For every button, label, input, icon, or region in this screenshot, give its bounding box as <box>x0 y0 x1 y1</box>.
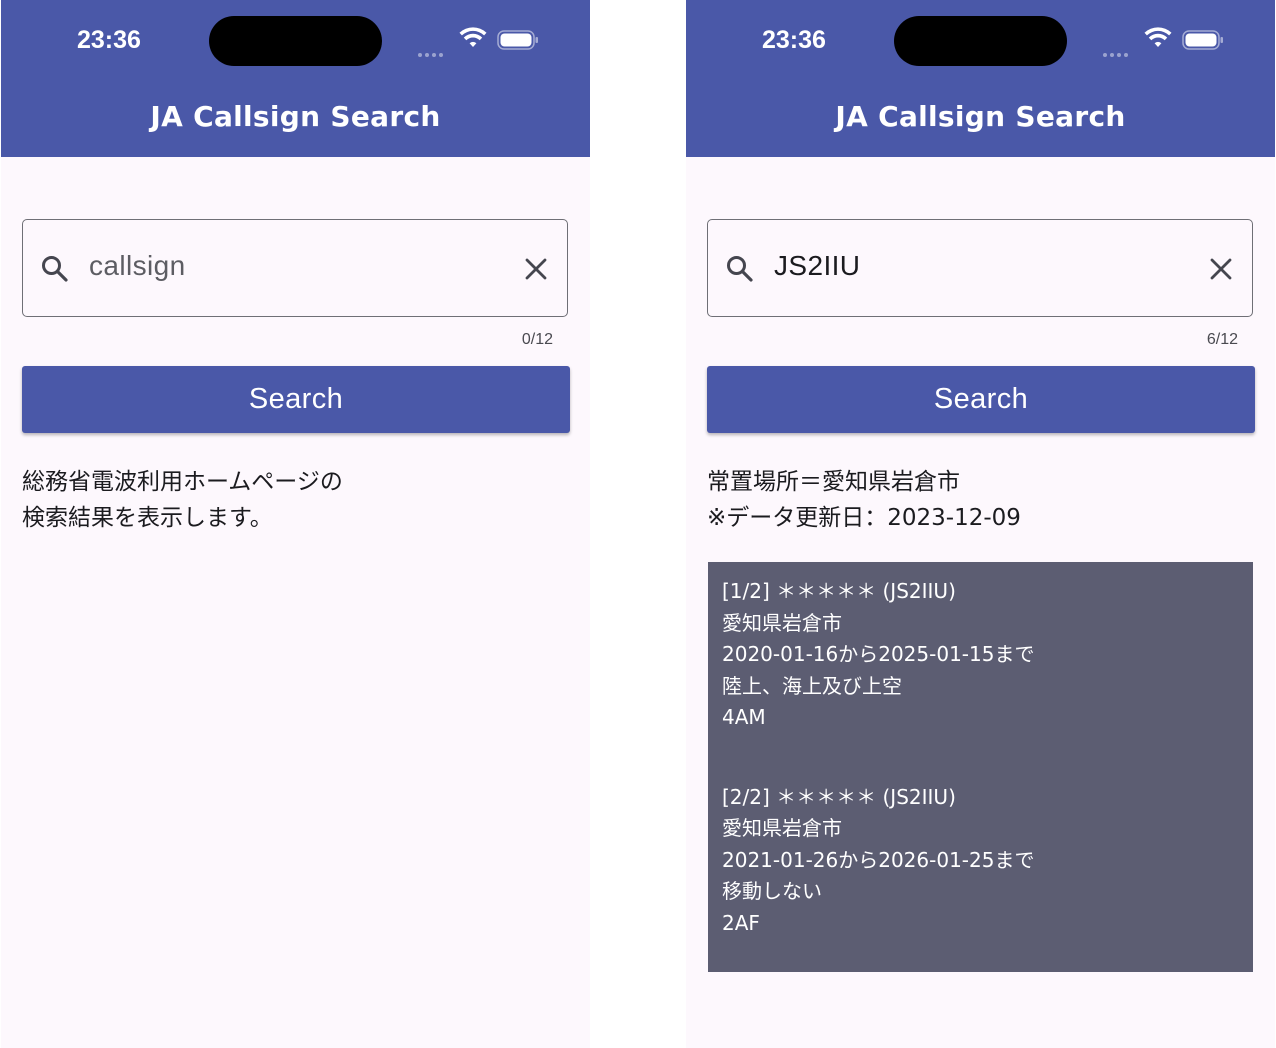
wifi-icon <box>1144 27 1172 47</box>
signal-icon <box>1103 42 1135 57</box>
search-icon <box>727 256 753 282</box>
record-header: [2/2] ＊＊＊＊＊ (JS2IIU) <box>722 784 956 809</box>
record-header: [1/2] ＊＊＊＊＊ (JS2IIU) <box>722 579 956 603</box>
record-station-class: 2AF <box>722 910 760 935</box>
result-location-line: 常置場所＝愛知県岩倉市 <box>707 469 960 495</box>
result-panel: [1/2] ＊＊＊＊＊ (JS2IIU) 愛知県岩倉市 2020-01-16から… <box>708 562 1253 972</box>
record-location: 愛知県岩倉市 <box>722 816 842 840</box>
status-time: 23:36 <box>77 26 141 54</box>
signal-icon <box>418 42 450 57</box>
search-button[interactable]: Search <box>707 366 1255 433</box>
callsign-search-field[interactable]: JS2IIU <box>707 219 1253 317</box>
callsign-search-field[interactable]: callsign <box>22 219 568 317</box>
battery-icon <box>1182 30 1223 50</box>
status-time: 23:36 <box>762 26 826 54</box>
license-record: [1/2] ＊＊＊＊＊ (JS2IIU) 愛知県岩倉市 2020-01-16から… <box>722 576 1239 734</box>
app-bar: 23:36 JA Callsign Search <box>686 0 1275 157</box>
license-record: [2/2] ＊＊＊＊＊ (JS2IIU) 愛知県岩倉市 2021-01-26から… <box>722 782 1239 940</box>
search-icon <box>42 256 68 282</box>
app-title: JA Callsign Search <box>150 100 441 133</box>
search-placeholder[interactable]: callsign <box>89 250 186 282</box>
phone-screen-results: 23:36 JA Callsign Search JS2IIU 6/12 Sea… <box>686 0 1275 1048</box>
app-bar: 23:36 JA Callsign Search <box>1 0 590 157</box>
record-area: 陸上、海上及び上空 <box>722 673 902 698</box>
app-title: JA Callsign Search <box>835 100 1126 133</box>
record-station-class: 4AM <box>722 705 766 729</box>
search-input-value[interactable]: JS2IIU <box>774 250 860 282</box>
result-summary: 常置場所＝愛知県岩倉市 ※データ更新日：2023-12-09 <box>707 464 1021 536</box>
record-period: 2021-01-26から2026-01-25まで <box>722 847 1035 872</box>
dynamic-island <box>209 16 382 66</box>
close-icon[interactable] <box>1208 256 1234 282</box>
character-counter: 6/12 <box>1206 331 1238 348</box>
info-line-1: 総務省電波利用ホームページの <box>22 469 343 495</box>
battery-icon <box>497 30 538 50</box>
wifi-icon <box>459 27 487 47</box>
dynamic-island <box>894 16 1067 66</box>
phone-screen-initial: 23:36 JA Callsign Search callsign 0/12 S… <box>1 0 590 1048</box>
info-text: 総務省電波利用ホームページの 検索結果を表示します。 <box>22 464 343 536</box>
character-counter: 0/12 <box>521 331 553 348</box>
info-line-2: 検索結果を表示します。 <box>22 505 273 531</box>
record-location: 愛知県岩倉市 <box>722 610 842 635</box>
search-button[interactable]: Search <box>22 366 570 433</box>
result-update-date-line: ※データ更新日：2023-12-09 <box>707 505 1021 531</box>
record-area: 移動しない <box>722 879 822 903</box>
record-period: 2020-01-16から2025-01-15まで <box>722 642 1035 666</box>
close-icon[interactable] <box>523 256 549 282</box>
